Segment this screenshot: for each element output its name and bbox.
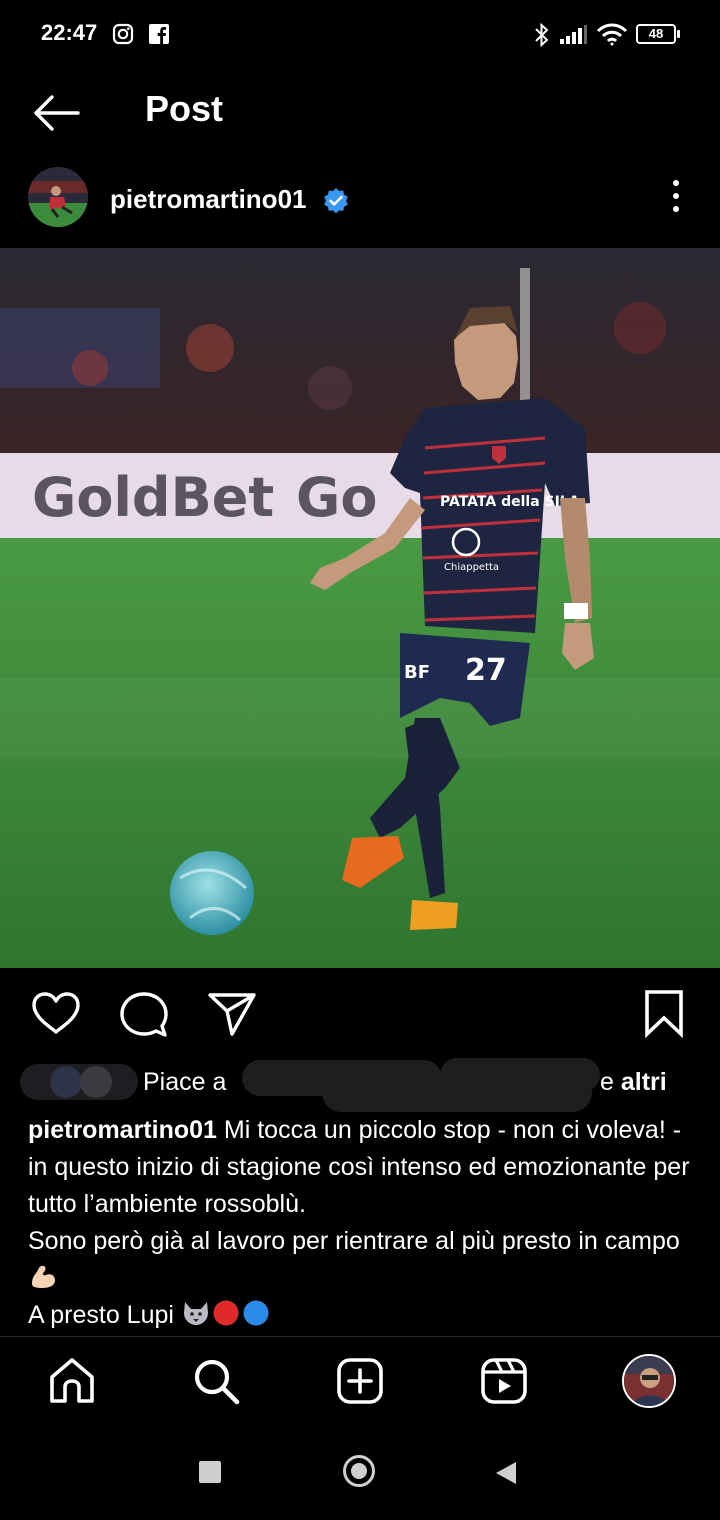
caption-username[interactable]: pietromartino01 bbox=[28, 1116, 217, 1144]
flexed-biceps-emoji-icon bbox=[32, 1265, 55, 1288]
instagram-icon bbox=[112, 23, 134, 45]
banner-text-right: Go bbox=[296, 466, 377, 529]
signal-icon bbox=[560, 25, 587, 44]
shorts-text: BF bbox=[404, 662, 430, 683]
reels-icon[interactable] bbox=[478, 1355, 530, 1407]
system-navigation bbox=[0, 1432, 720, 1520]
wolf-emoji-icon bbox=[183, 1302, 208, 1325]
home-icon[interactable] bbox=[46, 1355, 98, 1407]
battery-icon: 48 bbox=[636, 24, 684, 46]
shirt-number: 27 bbox=[465, 653, 507, 688]
share-icon[interactable] bbox=[206, 990, 258, 1038]
back-arrow-icon[interactable] bbox=[30, 90, 84, 136]
caption-line-2: Sono però già al lavoro per rientrare al… bbox=[28, 1227, 680, 1255]
wifi-icon bbox=[596, 23, 628, 46]
comment-icon[interactable] bbox=[118, 990, 170, 1038]
post-author-avatar[interactable] bbox=[28, 167, 88, 227]
more-options-icon[interactable] bbox=[660, 175, 692, 219]
bookmark-icon[interactable] bbox=[640, 988, 688, 1038]
back-triangle-icon[interactable] bbox=[494, 1460, 518, 1486]
profile-avatar[interactable] bbox=[622, 1354, 676, 1408]
battery-level: 48 bbox=[636, 24, 676, 44]
banner-text-left: GoldBet bbox=[32, 466, 274, 529]
status-bar: 22:47 48 bbox=[0, 0, 720, 70]
home-circle-icon[interactable] bbox=[343, 1455, 375, 1487]
recents-icon[interactable] bbox=[199, 1461, 221, 1483]
bluetooth-icon bbox=[535, 22, 549, 48]
liked-by-avatars bbox=[20, 1064, 138, 1100]
likes-prefix: Piace a bbox=[143, 1068, 227, 1096]
status-time: 22:47 bbox=[41, 20, 98, 45]
jersey-sponsor: PATATA della SILA bbox=[440, 494, 580, 510]
post-caption: pietromartino01 Mi tocca un piccolo stop… bbox=[28, 1112, 700, 1334]
post-author-username[interactable]: pietromartino01 bbox=[110, 184, 307, 215]
likes-others-link[interactable]: altri bbox=[621, 1068, 667, 1096]
search-icon[interactable] bbox=[190, 1355, 242, 1407]
page-title: Post bbox=[145, 88, 224, 129]
likes-row[interactable]: Piace a e altri bbox=[20, 1056, 710, 1116]
blue-circle-emoji-icon bbox=[243, 1300, 269, 1326]
heart-icon[interactable] bbox=[30, 990, 82, 1038]
jersey-sponsor-2: Chiappetta bbox=[444, 562, 499, 573]
red-circle-emoji-icon bbox=[213, 1300, 239, 1326]
verified-badge-icon bbox=[324, 188, 348, 214]
post-photo[interactable]: GoldBet Go 27 BF PATATA della SILA Chiap… bbox=[0, 248, 720, 968]
likes-suffix: e altri bbox=[600, 1068, 667, 1096]
facebook-icon bbox=[149, 24, 169, 44]
bottom-navigation bbox=[0, 1336, 720, 1433]
create-post-icon[interactable] bbox=[334, 1355, 386, 1407]
caption-line-3: A presto Lupi bbox=[28, 1301, 174, 1329]
